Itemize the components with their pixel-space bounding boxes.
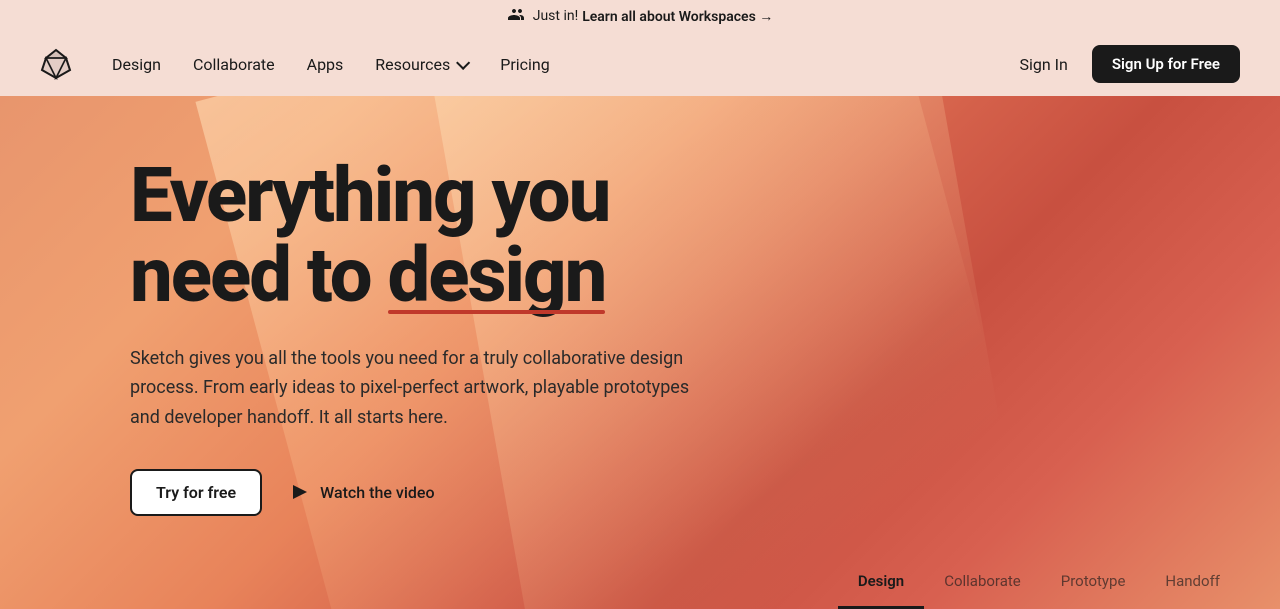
hero-description: Sketch gives you all the tools you need … [130, 344, 720, 433]
sign-in-button[interactable]: Sign In [1020, 55, 1068, 74]
learn-workspaces-link[interactable]: Learn all about Workspaces → [582, 8, 773, 25]
watch-video-button[interactable]: Watch the video [290, 482, 434, 502]
chevron-down-icon [456, 60, 468, 68]
hero-content: Everything you need to design Sketch giv… [0, 96, 760, 556]
navbar: Design Collaborate Apps Resources Pricin… [0, 32, 1280, 96]
tab-prototype[interactable]: Prototype [1041, 560, 1146, 609]
try-free-button[interactable]: Try for free [130, 469, 262, 516]
just-in-text: Just in! [533, 8, 578, 24]
hero-title-line1: Everything you [130, 150, 609, 240]
watch-video-label: Watch the video [320, 483, 434, 502]
tab-handoff[interactable]: Handoff [1145, 560, 1240, 609]
logo[interactable] [40, 48, 72, 80]
design-underline [388, 310, 606, 314]
sign-up-button[interactable]: Sign Up for Free [1092, 45, 1240, 83]
nav-item-collaborate[interactable]: Collaborate [193, 55, 275, 74]
navbar-actions: Sign In Sign Up for Free [1020, 45, 1241, 83]
bottom-tabs: Design Collaborate Prototype Handoff [838, 560, 1240, 609]
nav-item-pricing[interactable]: Pricing [500, 55, 550, 74]
tab-design[interactable]: Design [838, 560, 924, 609]
tab-collaborate[interactable]: Collaborate [924, 560, 1041, 609]
play-icon [290, 482, 310, 502]
hero-section: Everything you need to design Sketch giv… [0, 96, 1280, 609]
hero-design-word: design [388, 236, 606, 316]
nav-item-apps[interactable]: Apps [307, 55, 344, 74]
nav-item-design[interactable]: Design [112, 55, 161, 74]
navbar-nav: Design Collaborate Apps Resources Pricin… [112, 55, 1020, 74]
users-icon [507, 7, 525, 25]
hero-title: Everything you need to design [130, 156, 720, 316]
hero-actions: Try for free Watch the video [130, 469, 720, 516]
announcement-bar: Just in! Learn all about Workspaces → [0, 0, 1280, 32]
nav-item-resources[interactable]: Resources [375, 55, 468, 74]
hero-title-line2: need to design [130, 230, 605, 320]
